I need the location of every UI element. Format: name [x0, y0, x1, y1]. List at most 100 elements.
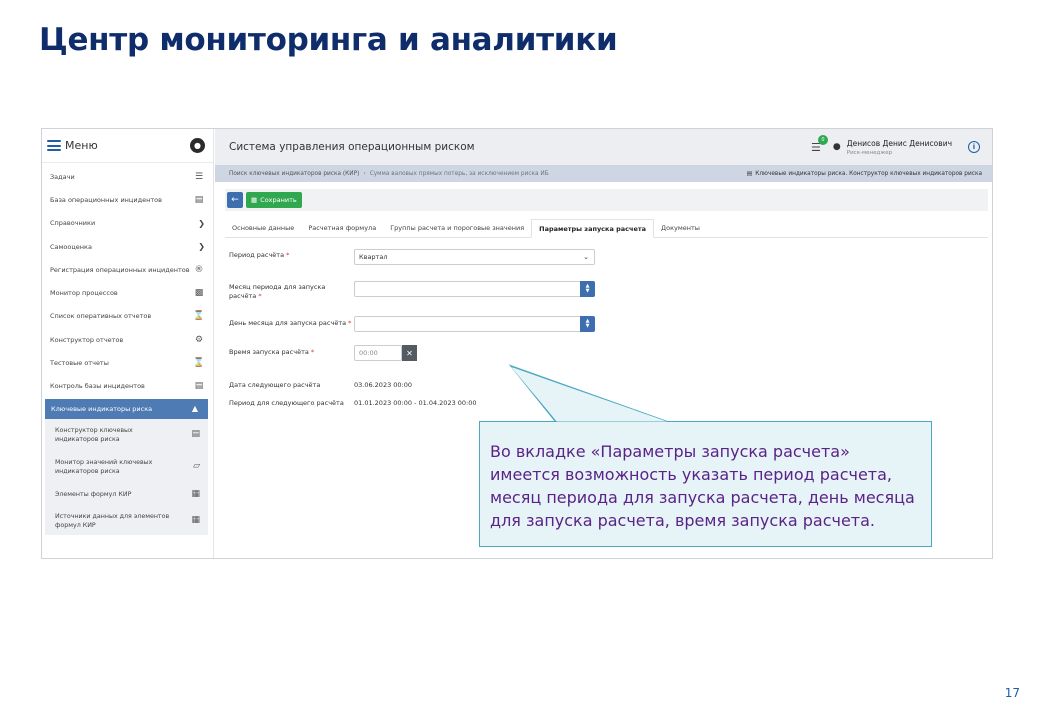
tab-main-data[interactable]: Основные данные — [225, 218, 301, 237]
spinner-icon[interactable]: ▲ ▼ — [580, 316, 595, 332]
sidebar-subitem-kri-monitor[interactable]: Монитор значений ключевых индикаторов ри… — [45, 451, 208, 483]
sidebar: Меню ● Задачи ☰ База операционных инциде… — [42, 129, 214, 558]
document-icon: ▦ — [191, 489, 200, 500]
gears-icon: ⚙ — [194, 334, 204, 345]
next-date-label: Дата следующего расчёта — [229, 381, 321, 389]
sidebar-item-label: Тестовые отчеты — [50, 359, 109, 368]
sidebar-item-label: Справочники — [50, 219, 96, 228]
sidebar-item-directories[interactable]: Справочники ❯ — [42, 212, 213, 235]
sidebar-header: Меню ● — [42, 129, 213, 163]
sidebar-item-label: Самооценка — [50, 242, 92, 251]
breadcrumb-separator: › — [363, 170, 366, 177]
back-button[interactable]: ← — [227, 192, 243, 208]
sidebar-subitem-label: Элементы формул КИР — [55, 491, 132, 499]
sidebar-group-label: Ключевые индикаторы риска — [51, 404, 153, 413]
tab-formula[interactable]: Расчетная формула — [301, 218, 383, 237]
sidebar-item-label: Монитор процессов — [50, 289, 118, 298]
time-label-row: Время запуска расчёта * — [229, 348, 315, 356]
sidebar-subitem-formula-elements[interactable]: Элементы формул КИР ▦ — [45, 483, 208, 507]
database-icon: ▤ — [746, 170, 753, 177]
user-block[interactable]: Денисов Денис Денисович Риск-менеджер — [847, 139, 952, 156]
sidebar-subitem-label: Источники данных для элементов формул КИ… — [55, 512, 170, 529]
user-icon: ● — [832, 142, 841, 152]
database-icon: ▤ — [194, 194, 204, 205]
pin-icon[interactable]: ● — [190, 138, 205, 153]
sidebar-item-operational-reports[interactable]: Список оперативных отчетов ⌛ — [42, 305, 213, 328]
breadcrumb-right[interactable]: ▤ Ключевые индикаторы риска. Конструктор… — [747, 171, 982, 177]
hourglass-icon: ⌛ — [193, 311, 205, 322]
hamburger-icon[interactable] — [47, 140, 61, 151]
close-icon[interactable]: ✕ — [402, 345, 417, 361]
period-select[interactable]: Квартал ⌄ — [354, 249, 595, 265]
sidebar-item-label: Контроль базы инцидентов — [50, 382, 145, 391]
callout-box: Во вкладке «Параметры запуска расчета» и… — [479, 421, 932, 547]
chevron-up-icon: ▲ — [191, 404, 198, 414]
sidebar-item-label: Конструктор отчетов — [50, 335, 124, 344]
time-placeholder: 00:00 — [359, 349, 378, 357]
period-label-row: Период расчёта * — [229, 251, 290, 259]
chart-icon: ▱ — [193, 461, 200, 472]
tabs: Основные данные Расчетная формула Группы… — [225, 219, 988, 238]
sidebar-item-tasks[interactable]: Задачи ☰ — [42, 165, 213, 188]
document-icon: ▦ — [191, 515, 200, 526]
sidebar-item-self-assessment[interactable]: Самооценка ❯ — [42, 235, 213, 258]
database-icon: ▤ — [191, 429, 200, 440]
month-label: Месяц периода для запуска расчёта — [229, 283, 326, 300]
user-name: Денисов Денис Денисович — [846, 138, 952, 148]
sidebar-item-incidents-base[interactable]: База операционных инцидентов ▤ — [42, 188, 213, 211]
sidebar-subitem-data-sources[interactable]: Источники данных для элементов формул КИ… — [45, 507, 208, 535]
registered-icon: ® — [194, 264, 204, 275]
sidebar-item-label: База операционных инцидентов — [50, 195, 162, 204]
tab-launch-params[interactable]: Параметры запуска расчета — [531, 219, 655, 238]
sidebar-items: Задачи ☰ База операционных инцидентов ▤ … — [42, 163, 213, 535]
sidebar-item-incident-control[interactable]: Контроль базы инцидентов ▤ — [42, 375, 213, 398]
notifications-icon[interactable]: ☰ 0 — [811, 134, 828, 154]
sidebar-item-label: Регистрация операционных инцидентов — [50, 265, 190, 274]
database-icon: ▤ — [194, 381, 204, 392]
sidebar-subitem-label: Монитор значений ключевых индикаторов ри… — [55, 458, 153, 475]
callout-text: Во вкладке «Параметры запуска расчета» и… — [490, 442, 915, 530]
breadcrumb: Поиск ключевых индикаторов риска (КИР) ›… — [215, 165, 992, 182]
topbar: Система управления операционным риском ☰… — [215, 129, 992, 165]
breadcrumb-right-label: Ключевые индикаторы риска. Конструктор к… — [755, 170, 982, 177]
breadcrumb-current: Сумма валовых прямых потерь, за исключен… — [369, 170, 549, 177]
chevron-down-icon: ❯ — [198, 218, 205, 228]
period-label: Период расчёта — [229, 251, 285, 259]
app-title: Система управления операционным риском — [229, 141, 475, 153]
month-label-row: Месяц периода для запуска расчёта * — [229, 283, 326, 300]
menu-label: Меню — [65, 139, 98, 152]
sidebar-group-kri[interactable]: Ключевые индикаторы риска ▲ — [45, 398, 208, 419]
month-input[interactable]: ▲ ▼ — [354, 281, 595, 297]
next-period-value: 01.01.2023 00:00 - 01.04.2023 00:00 — [354, 399, 477, 407]
hourglass-icon: ⌛ — [193, 358, 205, 369]
pulse-icon: ▩ — [194, 288, 204, 299]
sidebar-item-label: Список оперативных отчетов — [50, 312, 152, 321]
sidebar-subitem-kri-builder[interactable]: Конструктор ключевых индикаторов риска ▤ — [45, 419, 208, 451]
day-label: День месяца для запуска расчёта — [229, 319, 347, 327]
notification-badge: 0 — [817, 134, 828, 145]
user-role: Риск-менеджер — [846, 149, 893, 156]
tasks-icon: ☰ — [194, 171, 204, 182]
slide-title: Центр мониторинга и аналитики — [39, 22, 618, 58]
time-input[interactable]: 00:00 ✕ — [354, 345, 417, 361]
next-date-value: 03.06.2023 00:00 — [354, 381, 413, 389]
sidebar-item-process-monitor[interactable]: Монитор процессов ▩ — [42, 281, 213, 304]
sidebar-item-label: Задачи — [50, 172, 75, 181]
save-button[interactable]: ▦ Сохранить — [246, 192, 302, 208]
tab-groups[interactable]: Группы расчета и пороговые значения — [383, 218, 531, 237]
sidebar-subitem-label: Конструктор ключевых индикаторов риска — [55, 426, 133, 443]
chevron-down-icon: ⌄ — [583, 253, 589, 261]
toolbar: ← ▦ Сохранить — [225, 189, 988, 211]
day-input[interactable]: ▲ ▼ — [354, 316, 595, 332]
breadcrumb-link[interactable]: Поиск ключевых индикаторов риска (КИР) — [229, 171, 359, 177]
sidebar-item-report-builder[interactable]: Конструктор отчетов ⚙ — [42, 328, 213, 351]
save-icon: ▦ — [251, 196, 258, 204]
sidebar-item-registration[interactable]: Регистрация операционных инцидентов ® — [42, 258, 213, 281]
chevron-down-icon: ❯ — [198, 242, 205, 252]
sidebar-submenu: Конструктор ключевых индикаторов риска ▤… — [45, 418, 208, 535]
next-period-label: Период для следующего расчёта — [229, 399, 344, 407]
sidebar-item-test-reports[interactable]: Тестовые отчеты ⌛ — [42, 351, 213, 374]
spinner-icon[interactable]: ▲ ▼ — [580, 281, 595, 297]
tab-documents[interactable]: Документы — [654, 218, 707, 237]
info-icon[interactable]: i — [968, 141, 980, 153]
